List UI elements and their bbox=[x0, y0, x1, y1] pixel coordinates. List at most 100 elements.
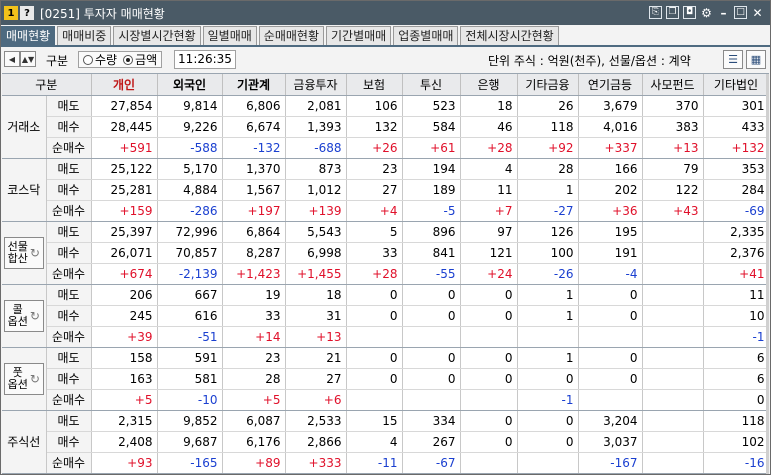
table-cell: +591 bbox=[91, 137, 158, 159]
table-cell: 0 bbox=[460, 347, 518, 369]
table-cell: -16 bbox=[703, 452, 769, 474]
tab-1[interactable]: 매매비중 bbox=[57, 26, 112, 45]
table-cell: 616 bbox=[157, 305, 223, 327]
tab-3[interactable]: 일별매매 bbox=[202, 26, 257, 45]
table-cell: 0 bbox=[517, 431, 579, 453]
time-field[interactable]: 11:26:35 bbox=[174, 50, 236, 69]
table-cell: 72,996 bbox=[157, 221, 223, 243]
table-cell: 97 bbox=[460, 221, 518, 243]
table-cell: 4 bbox=[346, 431, 403, 453]
table-cell: 2,335 bbox=[703, 221, 769, 243]
tab-underline bbox=[1, 45, 770, 47]
table-cell: +28 bbox=[460, 137, 518, 159]
table-cell: 195 bbox=[578, 221, 643, 243]
row-label: 매도 bbox=[46, 347, 92, 369]
unit-radio-group: 수량 금액 bbox=[78, 51, 163, 68]
table-cell: 6,864 bbox=[222, 221, 286, 243]
radio-quantity[interactable]: 수량 bbox=[83, 51, 117, 68]
group-cell[interactable]: 콜 옵션 ↻ bbox=[2, 284, 47, 348]
row-label: 순매수 bbox=[46, 389, 92, 411]
row-label: 순매수 bbox=[46, 200, 92, 222]
screen-number-icon[interactable]: 1 bbox=[4, 6, 18, 20]
link-icon[interactable]: ⎘ bbox=[649, 6, 662, 19]
table-cell bbox=[460, 452, 518, 474]
tab-4[interactable]: 순매매현황 bbox=[258, 26, 324, 45]
table-cell: 1,012 bbox=[285, 179, 347, 201]
group-cell[interactable]: 선물 합산 ↻ bbox=[2, 221, 47, 285]
table-cell: 284 bbox=[703, 179, 769, 201]
table-row: 선물 합산 ↻ 매도 25,397 72,996 6,864 5,543 5 896 97 126 1… bbox=[2, 221, 769, 285]
table-cell: +39 bbox=[91, 326, 158, 348]
column-header-4[interactable]: 기관계 bbox=[222, 74, 286, 96]
table-cell: 0 bbox=[402, 368, 461, 390]
table-cell bbox=[642, 284, 704, 306]
radio-quantity-dot[interactable] bbox=[83, 54, 93, 65]
group-toggle-button[interactable]: 풋 옵션 ↻ bbox=[3, 362, 44, 395]
table-cell: 28 bbox=[517, 158, 579, 180]
table-cell bbox=[642, 263, 704, 285]
minimize-icon[interactable]: – bbox=[717, 6, 730, 19]
table-cell: 194 bbox=[402, 158, 461, 180]
row-label: 매수 bbox=[46, 179, 92, 201]
table-row: 매수 26,071 70,857 8,287 6,998 33 841 121 100 191 2,… bbox=[2, 242, 769, 264]
column-header-12[interactable]: 기타법인 bbox=[703, 74, 769, 96]
tab-5[interactable]: 기간별매매 bbox=[326, 26, 392, 45]
group-toggle-button[interactable]: 선물 합산 ↻ bbox=[3, 236, 44, 269]
table-cell: +28 bbox=[346, 263, 403, 285]
prev-arrow-icon[interactable]: ◀ bbox=[4, 51, 20, 67]
column-header-7[interactable]: 투신 bbox=[402, 74, 461, 96]
group-toggle-button[interactable]: 콜 옵션 ↻ bbox=[3, 299, 44, 332]
table-cell: -688 bbox=[285, 137, 347, 159]
column-header-6[interactable]: 보험 bbox=[346, 74, 403, 96]
investor-table: 구분 개인 외국인 기관계 금융투자 보험 투신 은행 기타금융 연기금등 사모펀드 기타법인 거래소… bbox=[2, 74, 769, 474]
refresh-icon: ↻ bbox=[29, 371, 40, 386]
column-header-2[interactable]: 개인 bbox=[91, 74, 158, 96]
table-cell: +197 bbox=[222, 200, 286, 222]
column-header-10[interactable]: 연기금등 bbox=[578, 74, 643, 96]
next-arrow-icon[interactable]: ▲▼ bbox=[20, 51, 36, 67]
group-cell: 코스닥 bbox=[2, 158, 47, 222]
help-icon[interactable]: ? bbox=[20, 6, 34, 20]
table-row: 매수 25,281 4,884 1,567 1,012 27 189 11 1 202 122 284 bbox=[2, 179, 769, 201]
table-cell: +93 bbox=[91, 452, 158, 474]
refresh-icon: ↻ bbox=[29, 308, 40, 323]
tab-7[interactable]: 전체시장시간현황 bbox=[460, 26, 559, 45]
table-cell: 3,204 bbox=[578, 410, 643, 432]
row-label: 매도 bbox=[46, 95, 92, 117]
camera-icon[interactable]: ◘ bbox=[683, 6, 696, 19]
row-label: 매수 bbox=[46, 368, 92, 390]
row-label: 매도 bbox=[46, 284, 92, 306]
table-cell: 245 bbox=[91, 305, 158, 327]
column-header-9[interactable]: 기타금융 bbox=[517, 74, 579, 96]
column-header-5[interactable]: 금융투자 bbox=[285, 74, 347, 96]
row-label: 매수 bbox=[46, 431, 92, 453]
table-cell: +13 bbox=[285, 326, 347, 348]
column-header-0[interactable]: 구분 bbox=[2, 74, 92, 96]
table-cell: 0 bbox=[517, 410, 579, 432]
maximize-icon[interactable]: □ bbox=[734, 6, 747, 19]
table-cell: 9,814 bbox=[157, 95, 223, 117]
row-label: 매수 bbox=[46, 242, 92, 264]
table-cell: +41 bbox=[703, 263, 769, 285]
tab-0[interactable]: 매매현황 bbox=[1, 26, 56, 45]
tab-2[interactable]: 시장별시간현황 bbox=[113, 26, 201, 45]
list-view-icon[interactable]: ☰ bbox=[723, 50, 743, 69]
table-cell: 25,397 bbox=[91, 221, 158, 243]
copy-icon[interactable]: ❐ bbox=[666, 6, 679, 19]
radio-amount[interactable]: 금액 bbox=[123, 51, 157, 68]
column-header-8[interactable]: 은행 bbox=[460, 74, 518, 96]
close-icon[interactable]: ✕ bbox=[751, 6, 764, 19]
column-header-11[interactable]: 사모펀드 bbox=[642, 74, 704, 96]
group-cell[interactable]: 풋 옵션 ↻ bbox=[2, 347, 47, 411]
grid-view-icon[interactable]: ▦ bbox=[746, 50, 766, 69]
tab-6[interactable]: 업종별매매 bbox=[393, 26, 459, 45]
table-cell: +5 bbox=[222, 389, 286, 411]
unit-label: 단위 주식 : 억원(천주), 선물/옵션 : 계약 bbox=[488, 54, 691, 68]
column-header-3[interactable]: 외국인 bbox=[157, 74, 223, 96]
radio-amount-label: 금액 bbox=[135, 53, 158, 67]
window-controls: ⎘ ❐ ◘ ⚙ – □ ✕ bbox=[649, 6, 764, 19]
radio-amount-dot[interactable] bbox=[123, 54, 134, 65]
vertical-scrollbar[interactable] bbox=[766, 74, 769, 474]
table-cell: 0 bbox=[460, 410, 518, 432]
gear-icon[interactable]: ⚙ bbox=[700, 6, 713, 19]
